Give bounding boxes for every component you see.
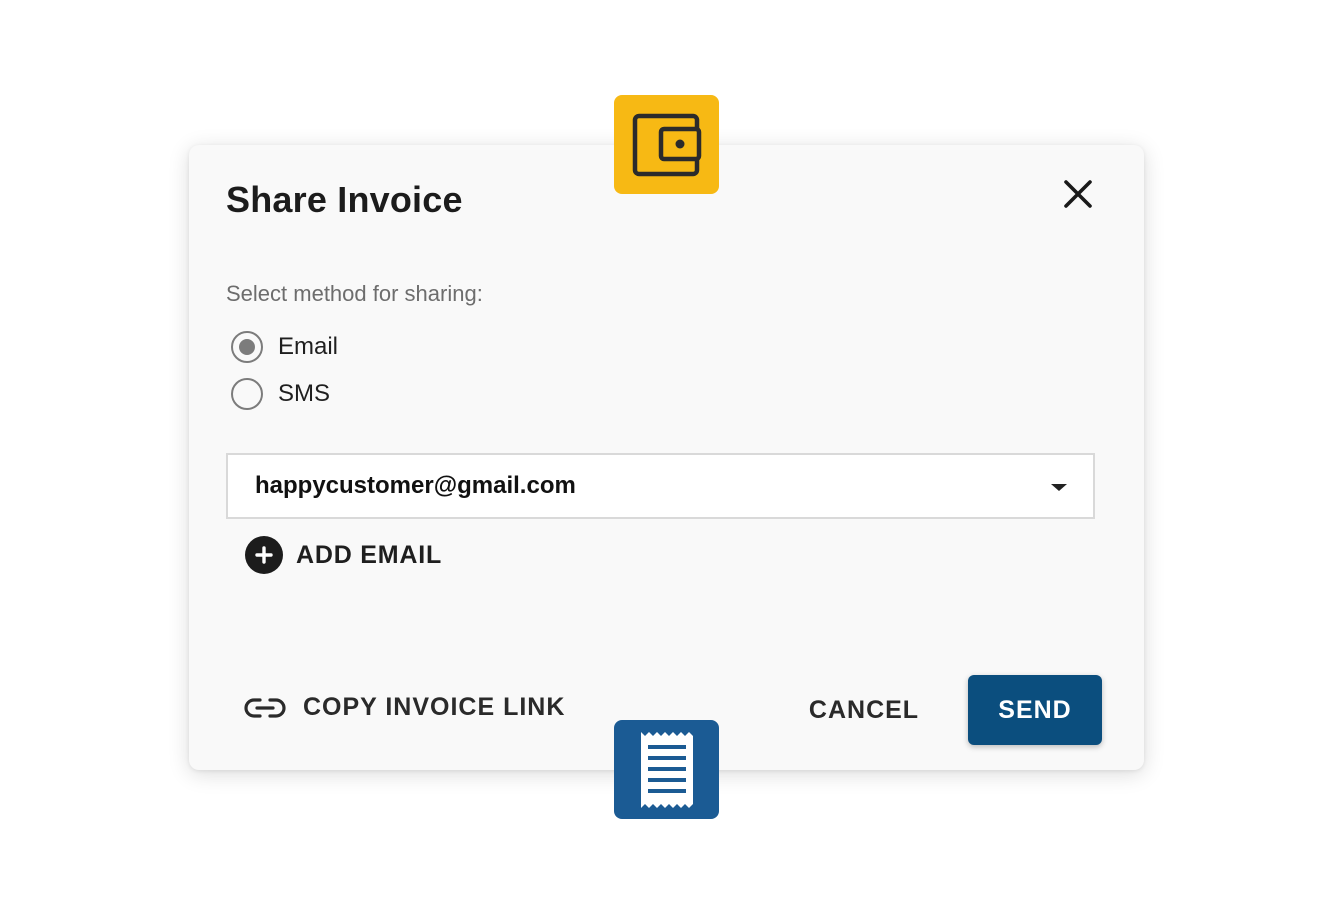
- dialog-title: Share Invoice: [226, 179, 463, 220]
- copy-invoice-link-label: COPY INVOICE LINK: [303, 693, 566, 721]
- add-email-button[interactable]: ADD EMAIL: [245, 536, 442, 574]
- radio-option-sms[interactable]: SMS: [231, 378, 330, 410]
- link-icon: [244, 697, 286, 718]
- close-icon: [1064, 180, 1092, 208]
- radio-option-email[interactable]: Email: [231, 331, 338, 363]
- recipient-email-select[interactable]: happycustomer@gmail.com: [226, 453, 1095, 519]
- stage: Share Invoice Select method for sharing:…: [0, 0, 1334, 917]
- share-invoice-dialog: Share Invoice Select method for sharing:…: [189, 145, 1144, 770]
- radio-label-email: Email: [278, 333, 339, 360]
- receipt-icon: [640, 731, 693, 808]
- copy-invoice-link-button[interactable]: COPY INVOICE LINK: [244, 693, 565, 722]
- wallet-badge: [614, 95, 719, 194]
- add-email-label: ADD EMAIL: [296, 540, 443, 569]
- close-button[interactable]: [1059, 175, 1097, 213]
- sharing-method-prompt: Select method for sharing:: [226, 281, 483, 306]
- selected-email-value: happycustomer@gmail.com: [255, 472, 576, 499]
- radio-button-email[interactable]: [231, 331, 263, 363]
- wallet-icon: [632, 113, 701, 176]
- radio-button-sms[interactable]: [231, 378, 263, 410]
- cancel-button[interactable]: CANCEL: [799, 675, 929, 745]
- caret-down-icon[interactable]: [1051, 484, 1067, 491]
- radio-label-sms: SMS: [278, 380, 331, 407]
- add-circle-icon: [245, 536, 283, 574]
- receipt-badge: [614, 720, 719, 819]
- send-button[interactable]: SEND: [968, 675, 1102, 745]
